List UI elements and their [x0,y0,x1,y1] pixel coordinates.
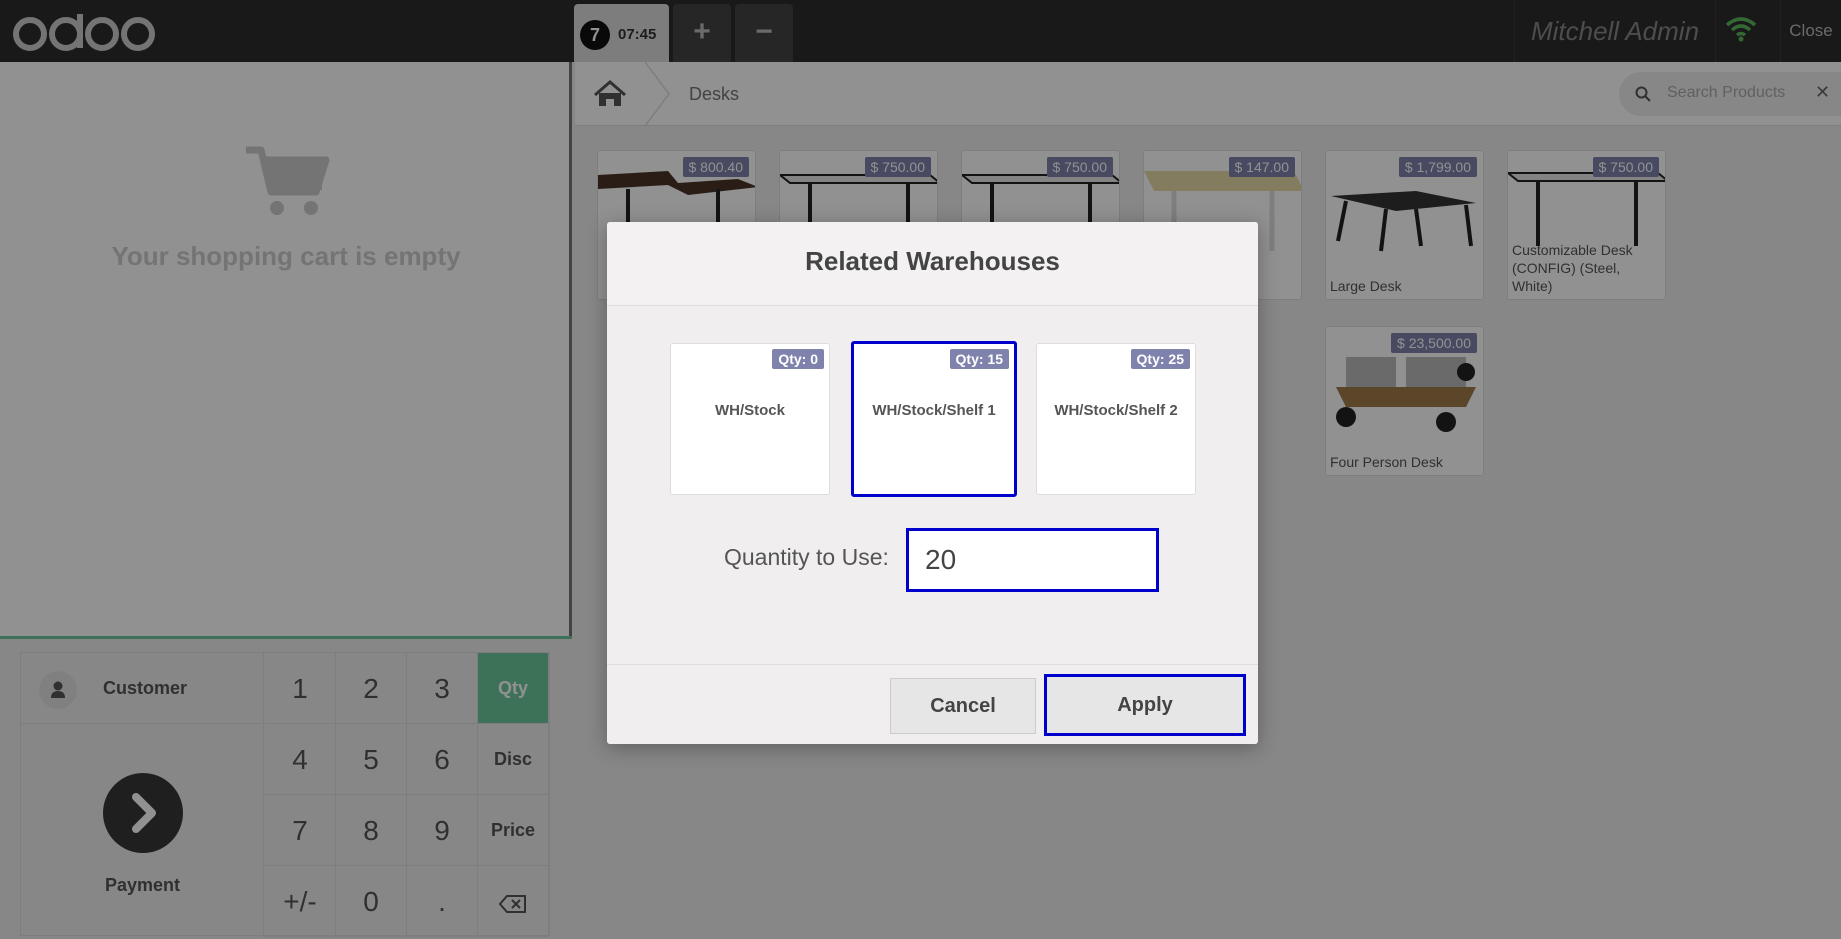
related-warehouses-dialog: Related Warehouses Qty: 0 WH/Stock Qty: … [607,222,1258,744]
quantity-input[interactable]: 20 [906,528,1159,592]
qty-badge: Qty: 15 [949,349,1009,369]
qty-badge: Qty: 25 [1130,349,1190,369]
warehouse-card-shelf-2[interactable]: Qty: 25 WH/Stock/Shelf 2 [1036,343,1196,495]
modal-footer: Cancel Apply [607,664,1258,744]
warehouse-name: WH/Stock/Shelf 1 [872,402,996,419]
modal-header: Related Warehouses [607,222,1258,306]
warehouse-name: WH/Stock [714,402,785,419]
warehouse-name: WH/Stock/Shelf 2 [1054,402,1178,419]
apply-button[interactable]: Apply [1044,674,1246,736]
cancel-button[interactable]: Cancel [890,678,1036,734]
qty-badge: Qty: 0 [772,349,824,369]
warehouse-card-shelf-1[interactable]: Qty: 15 WH/Stock/Shelf 1 [851,341,1017,497]
warehouse-card-wh-stock[interactable]: Qty: 0 WH/Stock [670,343,830,495]
modal-title: Related Warehouses [805,246,1060,276]
quantity-label: Quantity to Use: [724,544,889,570]
